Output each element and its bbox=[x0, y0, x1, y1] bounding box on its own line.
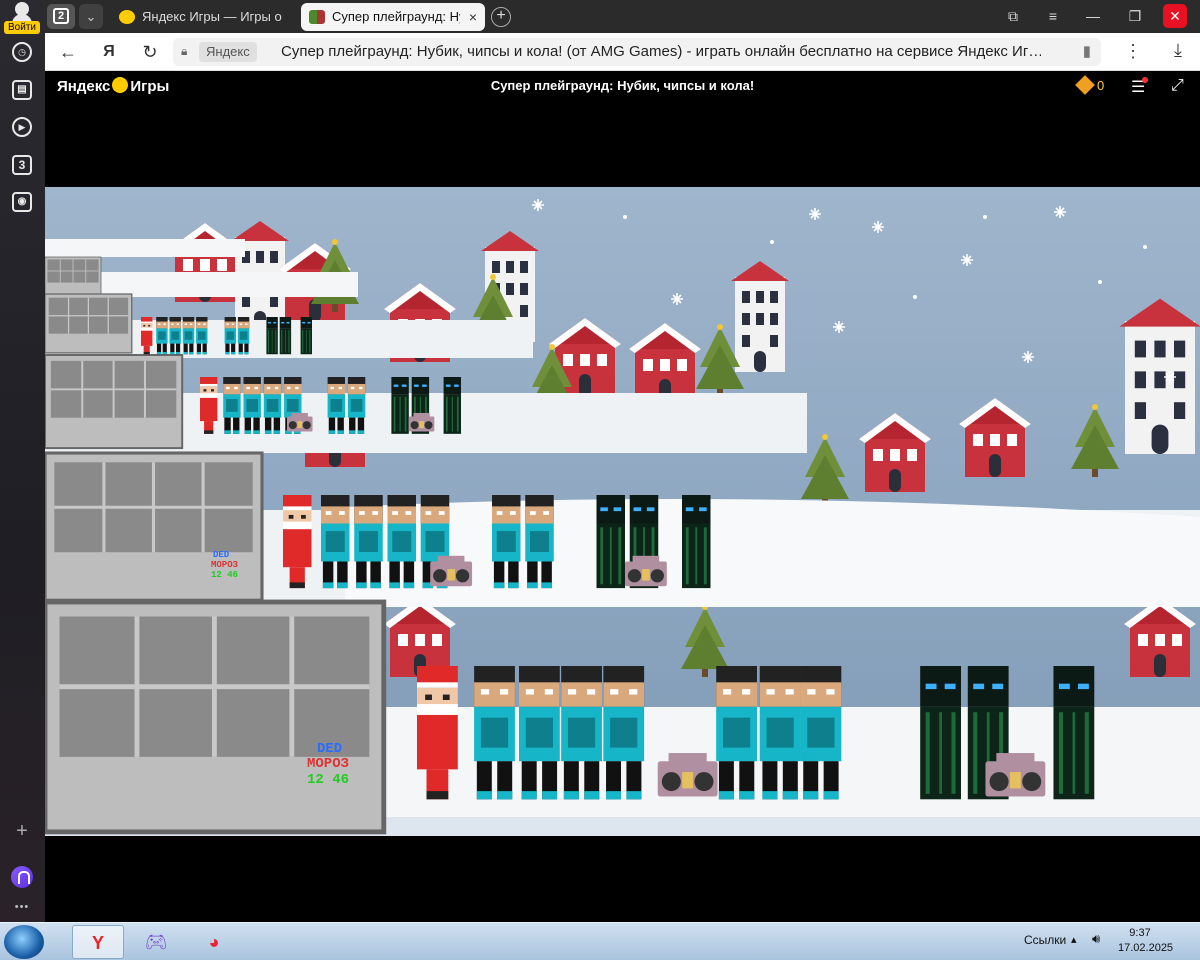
alice-assistant-icon[interactable] bbox=[11, 866, 33, 888]
game-favicon-icon bbox=[309, 10, 325, 24]
clock-date: 17.02.2025 bbox=[1118, 942, 1174, 954]
bookmark-icon[interactable]: ▮ bbox=[1083, 42, 1091, 60]
game-header: Яндекс Игры Супер плейграунд: Нубик, чипс… bbox=[45, 71, 1200, 101]
coin-gem-icon bbox=[1075, 75, 1095, 95]
window-close-button[interactable]: ✕ bbox=[1155, 0, 1195, 33]
character-row-medium bbox=[283, 495, 711, 589]
sign-line3: 12 46 bbox=[211, 570, 238, 580]
game-menu-button[interactable]: ☰ bbox=[1131, 77, 1149, 97]
sign-line1: DED bbox=[213, 550, 230, 560]
fullscreen-icon[interactable]: ⤢ bbox=[1171, 77, 1184, 95]
video-play-icon[interactable]: ▶ bbox=[12, 117, 32, 137]
close-icon: ✕ bbox=[1163, 4, 1187, 28]
tab-super-playground[interactable]: Супер плейграунд: Нуб × bbox=[301, 3, 485, 31]
game-canvas[interactable]: DED МОРОЗ 12 46 DED МОРОЗ 12 46 bbox=[45, 101, 1200, 922]
start-button[interactable] bbox=[4, 925, 44, 959]
coins-count: 0 bbox=[1097, 78, 1105, 93]
coins-balance[interactable]: 0 bbox=[1075, 75, 1105, 95]
restore-icon[interactable]: ❐ bbox=[1115, 0, 1155, 33]
lock-icon[interactable]: 🔒︎ bbox=[181, 44, 193, 59]
browser-window: Войти ◷ ▤ ▶ 3 ◉ + ••• 2 ⌄ Яндекс Игры — … bbox=[0, 0, 1200, 922]
tab-yandex-games[interactable]: Яндекс Игры — Игры онл bbox=[111, 3, 291, 31]
yandex-home-button[interactable]: Я bbox=[97, 41, 121, 63]
address-bar: ← Я ↻ 🔒︎ Яндекс Супер плейграунд: Нубик,… bbox=[45, 33, 1200, 71]
sign-line3: 12 46 bbox=[307, 772, 349, 788]
yandex-games-favicon-icon bbox=[119, 10, 135, 24]
tabs-counter-label: 3 bbox=[18, 158, 26, 172]
history-icon[interactable]: ◷ bbox=[12, 42, 32, 62]
domain-chip[interactable]: Яндекс bbox=[199, 42, 257, 62]
sign-line1: DED bbox=[317, 741, 342, 757]
omnibox-page-title[interactable]: Супер плейграунд: Нубик, чипсы и кола! (… bbox=[281, 38, 1041, 66]
clock-time: 9:37 bbox=[1129, 927, 1151, 939]
tab-title: Супер плейграунд: Нуб bbox=[332, 9, 460, 24]
tray-expand-chevron-up-icon[interactable]: ▴ bbox=[1071, 933, 1077, 946]
sign-line2: МОРОЗ bbox=[307, 756, 349, 772]
taskbar-yandex-browser-icon[interactable]: Y bbox=[72, 925, 124, 959]
tab-manager-icon[interactable]: ⧉ bbox=[993, 0, 1033, 33]
more-dots-icon[interactable]: ••• bbox=[12, 897, 32, 917]
collections-icon[interactable]: ▤ bbox=[12, 80, 32, 100]
login-label: Войти bbox=[4, 21, 40, 34]
browser-menu-icon[interactable]: ≡ bbox=[1033, 0, 1073, 33]
tab-list-chevron-down-icon[interactable]: ⌄ bbox=[79, 4, 103, 29]
more-vertical-icon[interactable]: ⋮ bbox=[1123, 41, 1143, 62]
screenshot-icon[interactable]: ◉ bbox=[12, 192, 32, 212]
clock[interactable]: 9:37 17.02.2025 bbox=[1118, 926, 1174, 956]
volume-icon[interactable]: 🔊︎ bbox=[1092, 931, 1100, 947]
reload-icon[interactable]: ↻ bbox=[139, 41, 161, 63]
tab-count-button[interactable]: 2 bbox=[47, 4, 75, 29]
profile-login-button[interactable]: Войти bbox=[4, 2, 40, 34]
game-title: Супер плейграунд: Нубик, чипсы и кола! bbox=[490, 78, 755, 93]
tab-strip: 2 ⌄ Яндекс Игры — Игры онл Супер плейгра… bbox=[45, 0, 1200, 33]
minimize-icon[interactable]: — bbox=[1073, 0, 1113, 33]
tab-close-icon[interactable]: × bbox=[469, 3, 477, 31]
taskbar-ball-icon[interactable]: ◕ bbox=[188, 925, 240, 959]
taskbar-gamepad-icon[interactable]: 🎮︎ bbox=[130, 925, 182, 959]
tab-count-label: 2 bbox=[53, 8, 69, 24]
game-scene[interactable]: DED МОРОЗ 12 46 DED МОРОЗ 12 46 bbox=[45, 187, 1200, 836]
links-toolbar-label[interactable]: Ссылки bbox=[1024, 933, 1066, 947]
back-arrow-icon[interactable]: ← bbox=[57, 41, 79, 63]
tabs-counter-icon[interactable]: 3 bbox=[12, 155, 32, 175]
windows-taskbar: Y 🎮︎ ◕ Ссылки ▴ 🔊︎ 9:37 17.02.2025 bbox=[0, 922, 1200, 960]
download-icon[interactable]: ⤓ bbox=[1167, 40, 1189, 61]
sign-line2: МОРОЗ bbox=[211, 560, 239, 570]
omnibox[interactable]: 🔒︎ Яндекс Супер плейграунд: Нубик, чипсы… bbox=[173, 38, 1101, 66]
tab-title: Яндекс Игры — Игры онл bbox=[142, 9, 282, 24]
browser-sidebar: Войти ◷ ▤ ▶ 3 ◉ + ••• bbox=[0, 0, 45, 922]
new-tab-button[interactable]: + bbox=[491, 7, 511, 27]
add-panel-icon[interactable]: + bbox=[12, 821, 32, 841]
